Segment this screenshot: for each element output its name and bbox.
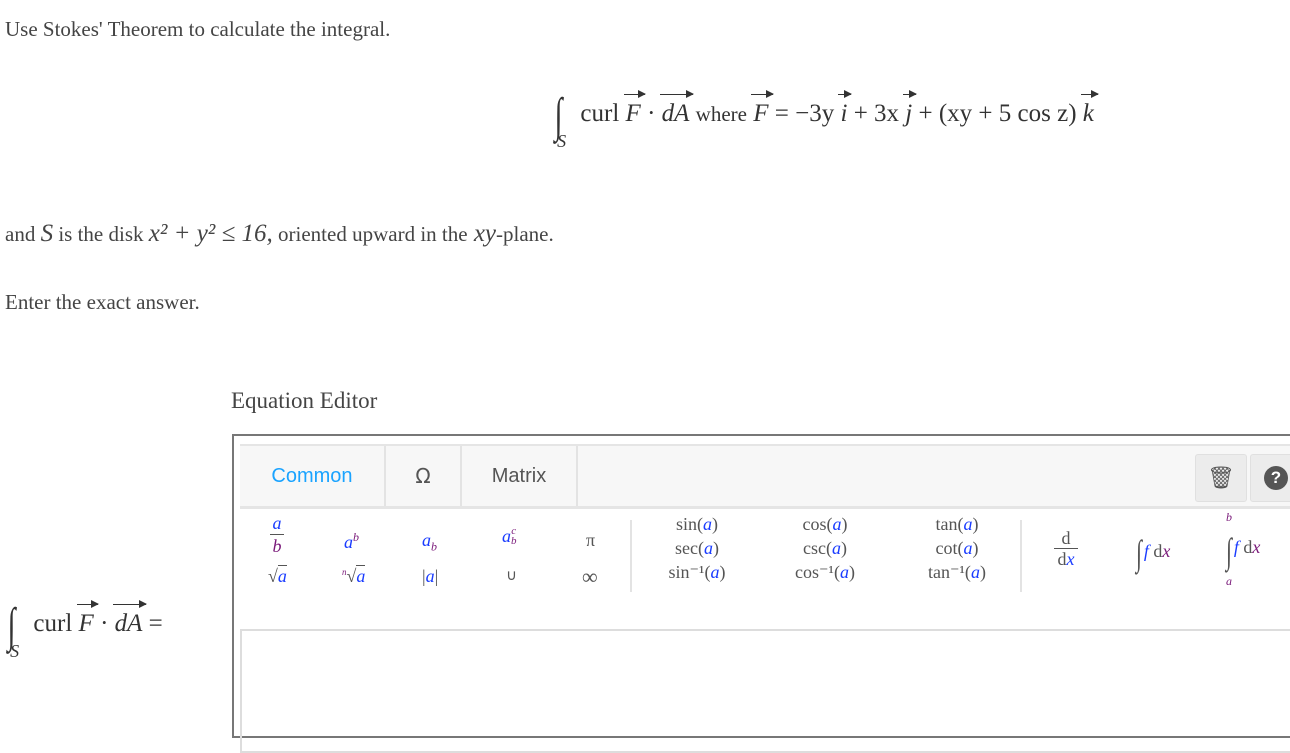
csc-button[interactable]: csc(a) bbox=[780, 536, 870, 560]
editor-title: Equation Editor bbox=[231, 388, 378, 413]
divider bbox=[630, 520, 632, 592]
trig-group-1: sin(a) sec(a) sin⁻¹(a) bbox=[652, 512, 742, 584]
integral-button[interactable]: ∫ f dx bbox=[1134, 532, 1170, 574]
help-icon: ? bbox=[1264, 466, 1288, 490]
tab-symbols[interactable]: Ω bbox=[386, 446, 462, 506]
arccos-button[interactable]: cos⁻¹(a) bbox=[780, 560, 870, 584]
clear-button[interactable]: 🗑 bbox=[1195, 454, 1247, 502]
sin-button[interactable]: sin(a) bbox=[652, 512, 742, 536]
equation-editor: Common Ω Matrix 🗑 ? ab ab ab ac b π √a n√… bbox=[232, 434, 1290, 753]
cot-button[interactable]: cot(a) bbox=[912, 536, 1002, 560]
nth-root-button[interactable]: n√a bbox=[342, 565, 366, 587]
editor-toolbar: Common Ω Matrix 🗑 ? bbox=[240, 444, 1290, 509]
derivative-button[interactable]: d dx bbox=[1054, 528, 1078, 569]
question-condition: and S is the disk x² + y² ≤ 16, oriented… bbox=[5, 220, 554, 247]
trash-icon: 🗑 bbox=[1207, 465, 1235, 490]
fraction-button[interactable]: ab bbox=[270, 514, 284, 555]
infinity-button[interactable]: ∞ bbox=[582, 564, 598, 590]
tan-button[interactable]: tan(a) bbox=[912, 512, 1002, 536]
question-intro: Use Stokes' Theorem to calculate the int… bbox=[5, 17, 391, 41]
trig-group-3: tan(a) cot(a) tan⁻¹(a) bbox=[912, 512, 1002, 584]
divider bbox=[1020, 520, 1022, 592]
arctan-button[interactable]: tan⁻¹(a) bbox=[912, 560, 1002, 584]
abs-button[interactable]: |a| bbox=[422, 566, 438, 587]
sub-superscript-button[interactable]: ac b bbox=[502, 526, 517, 547]
cos-button[interactable]: cos(a) bbox=[780, 512, 870, 536]
definite-integral-button[interactable]: b ∫ f dx a bbox=[1224, 510, 1290, 588]
sec-button[interactable]: sec(a) bbox=[652, 536, 742, 560]
instruction: Enter the exact answer. bbox=[5, 290, 200, 314]
union-button[interactable]: ∪ bbox=[506, 566, 517, 584]
help-button[interactable]: ? bbox=[1250, 454, 1290, 502]
tab-matrix[interactable]: Matrix bbox=[462, 446, 578, 506]
tab-common[interactable]: Common bbox=[240, 446, 386, 506]
integral-formula: ∫S curl F · dA where F = −3y i + 3x j + … bbox=[554, 89, 1100, 151]
answer-input[interactable] bbox=[240, 629, 1290, 753]
pi-button[interactable]: π bbox=[586, 530, 595, 551]
sqrt-button[interactable]: √a bbox=[268, 565, 287, 587]
subscript-button[interactable]: ab bbox=[422, 530, 437, 555]
arcsin-button[interactable]: sin⁻¹(a) bbox=[652, 560, 742, 584]
answer-label: ∫S curl F · dA = bbox=[7, 599, 163, 661]
trig-group-2: cos(a) csc(a) cos⁻¹(a) bbox=[780, 512, 870, 584]
power-button[interactable]: ab bbox=[344, 530, 359, 553]
